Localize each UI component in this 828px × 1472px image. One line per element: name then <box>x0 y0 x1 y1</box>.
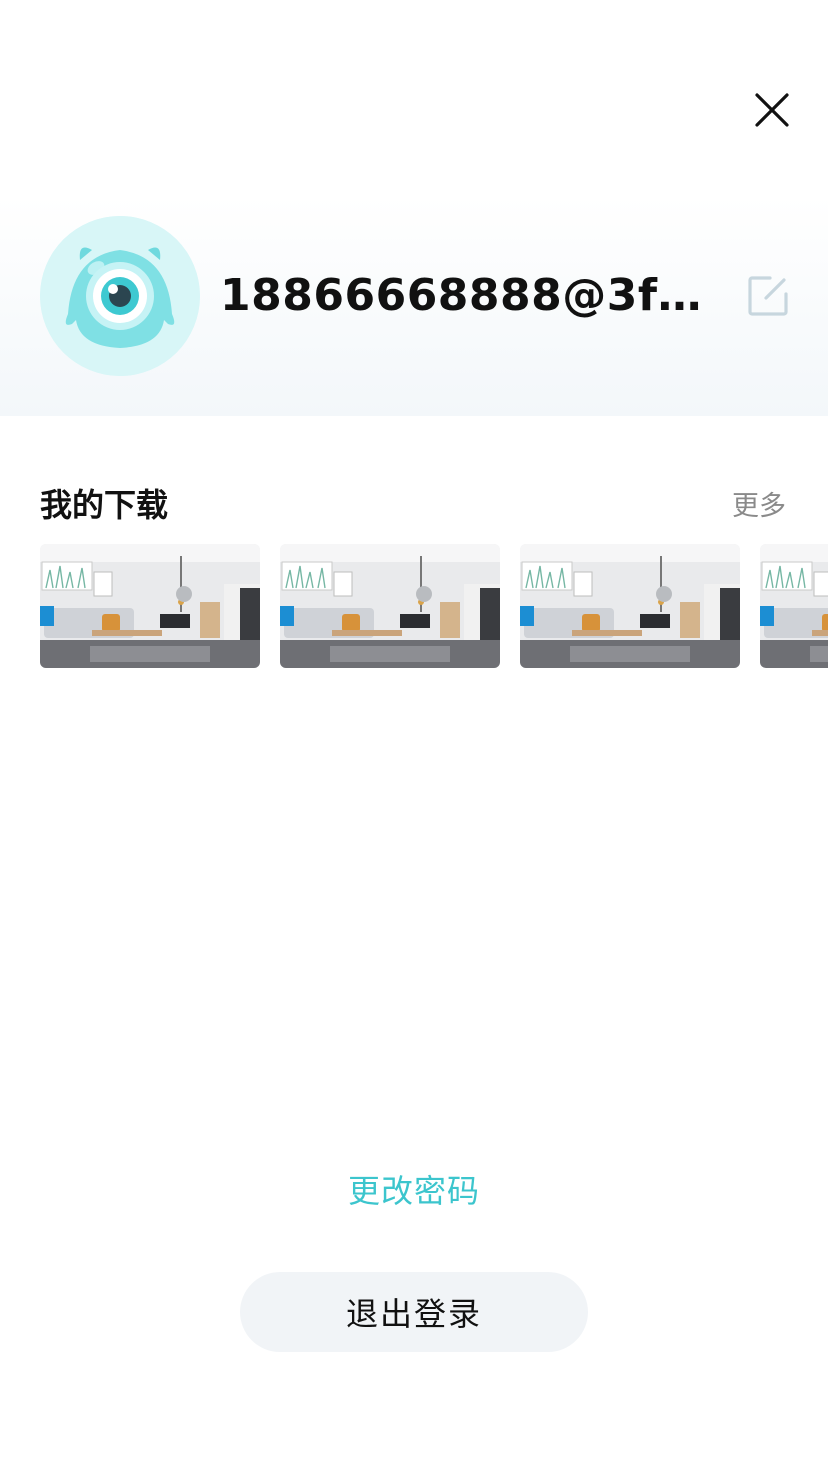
logout-label: 退出登录 <box>345 1295 482 1333</box>
profile-header: 18866668888@3feer4... <box>0 196 828 416</box>
more-link[interactable]: 更多 <box>732 484 786 523</box>
download-thumbnail-4[interactable] <box>760 544 828 668</box>
close-icon <box>755 93 789 127</box>
living-room-image <box>760 544 828 668</box>
download-thumbnail-2[interactable] <box>280 544 500 668</box>
download-thumbnail-1[interactable] <box>40 544 260 668</box>
living-room-image <box>280 544 500 668</box>
downloads-list <box>40 544 828 668</box>
username: 18866668888@3feer4... <box>220 270 720 321</box>
logout-button[interactable]: 退出登录 <box>240 1272 588 1352</box>
my-downloads-title: 我的下载 <box>40 486 169 524</box>
edit-icon <box>748 276 788 316</box>
download-thumbnail-3[interactable] <box>520 544 740 668</box>
change-password-link[interactable]: 更改密码 <box>0 1166 828 1212</box>
living-room-image <box>520 544 740 668</box>
monster-eye-avatar-icon <box>40 216 200 376</box>
close-button[interactable] <box>748 86 796 134</box>
avatar[interactable] <box>40 216 200 376</box>
edit-profile-button[interactable] <box>744 272 792 320</box>
living-room-image <box>40 544 260 668</box>
profile-page: 18866668888@3feer4... 我的下载 更多 <box>0 0 828 1472</box>
